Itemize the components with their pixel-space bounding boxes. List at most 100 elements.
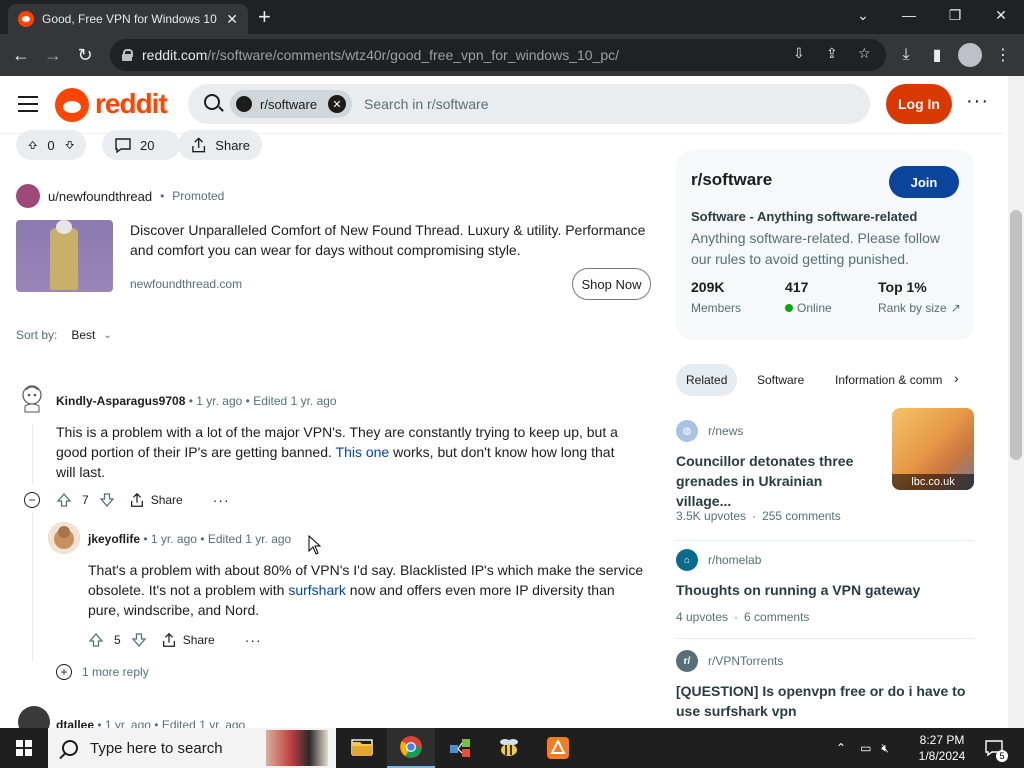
online-count: 417: [785, 279, 809, 295]
search-icon: [62, 740, 78, 756]
close-window-button[interactable]: ✕: [978, 0, 1024, 30]
reload-button[interactable]: ↻: [72, 42, 98, 68]
chevron-up-icon[interactable]: ⌃: [836, 741, 846, 755]
related-subreddit[interactable]: r/news: [708, 424, 743, 438]
start-button[interactable]: [0, 728, 48, 768]
subreddit-title[interactable]: r/software: [691, 170, 772, 190]
share-label[interactable]: Share: [183, 633, 215, 647]
bee-app-icon[interactable]: [485, 728, 533, 768]
more-replies-label[interactable]: 1 more reply: [82, 665, 149, 679]
ad-domain[interactable]: newfoundthread.com: [130, 277, 242, 291]
notification-center-icon[interactable]: 5: [982, 736, 1008, 762]
related-subreddit[interactable]: r/homelab: [708, 553, 761, 567]
file-explorer-icon[interactable]: [338, 728, 386, 768]
remove-chip-icon[interactable]: ✕: [328, 95, 346, 113]
chevron-down-icon[interactable]: ⌄: [103, 330, 111, 341]
related-post[interactable]: r/r/VPNTorrents [QUESTION] Is openvpn fr…: [676, 650, 974, 728]
related-title[interactable]: Councillor detonates three grenades in U…: [676, 451, 881, 511]
more-options-icon[interactable]: ···: [245, 632, 262, 648]
comment-username[interactable]: jkeyoflife: [88, 532, 140, 546]
taskbar-search-placeholder: Type here to search: [90, 739, 223, 757]
browser-tab[interactable]: Good, Free VPN for Windows 10 ✕: [8, 4, 248, 34]
join-button[interactable]: Join: [889, 166, 959, 198]
tab-software[interactable]: Software: [747, 364, 814, 396]
chrome-icon[interactable]: [387, 728, 435, 768]
scrollbar-thumb[interactable]: [1010, 210, 1022, 460]
tab-information[interactable]: Information & comm: [825, 364, 951, 396]
share-page-icon[interactable]: ⇪: [826, 45, 838, 62]
share-icon[interactable]: [129, 492, 145, 508]
share-label[interactable]: Share: [151, 493, 183, 507]
related-title[interactable]: Thoughts on running a VPN gateway: [676, 580, 966, 600]
downvote-icon[interactable]: [64, 137, 74, 153]
forward-button[interactable]: →: [40, 42, 66, 68]
login-button[interactable]: Log In: [886, 84, 952, 124]
subreddit-search-chip[interactable]: r/software ✕: [230, 90, 352, 118]
share-button[interactable]: Share: [178, 130, 262, 160]
hamburger-menu-icon[interactable]: [18, 96, 38, 112]
more-options-icon[interactable]: ···: [966, 90, 989, 113]
tab-related[interactable]: Related: [676, 364, 738, 396]
downvote-icon[interactable]: [99, 492, 115, 508]
back-button[interactable]: ←: [8, 42, 34, 68]
downvote-icon[interactable]: [131, 632, 147, 648]
comment-actions: 5 Share ···: [88, 632, 262, 648]
comments-button[interactable]: 20: [102, 130, 180, 160]
tab-close-icon[interactable]: ✕: [226, 11, 238, 28]
shop-now-button[interactable]: Shop Now: [572, 268, 651, 300]
downloads-icon[interactable]: ⤓: [893, 42, 919, 68]
search-bar[interactable]: r/software ✕: [188, 84, 870, 124]
collapse-icon[interactable]: −: [24, 492, 40, 508]
expand-icon[interactable]: +: [56, 664, 72, 680]
tab-search-chevron-icon[interactable]: ⌄: [840, 0, 886, 30]
side-panel-icon[interactable]: ▮: [924, 42, 950, 68]
related-thumbnail[interactable]: lbc.co.uk: [892, 408, 974, 490]
new-tab-button[interactable]: +: [258, 4, 271, 30]
thread-line[interactable]: [32, 512, 33, 662]
profile-avatar-icon[interactable]: [958, 43, 982, 67]
ad-image[interactable]: [16, 220, 113, 292]
minimize-button[interactable]: —: [886, 0, 932, 30]
more-replies-button[interactable]: + 1 more reply: [56, 664, 149, 680]
reddit-wordmark[interactable]: reddit: [95, 88, 168, 120]
search-input[interactable]: [364, 94, 844, 114]
lock-icon[interactable]: [122, 49, 133, 61]
user-avatar[interactable]: [16, 382, 48, 414]
orange-app-icon[interactable]: [534, 728, 582, 768]
chevron-right-icon[interactable]: ›: [954, 370, 959, 386]
ad-author: u/newfoundthread • Promoted: [16, 184, 224, 208]
address-bar[interactable]: reddit.com/r/software/comments/wtz40r/go…: [110, 39, 886, 71]
subreddit-info-card: r/software Join Software - Anything soft…: [676, 150, 974, 340]
taskbar-search[interactable]: Type here to search: [48, 728, 336, 768]
volume-muted-icon[interactable]: 🔇︎: [881, 741, 889, 756]
browser-menu-icon[interactable]: ⋮: [990, 42, 1016, 68]
upvote-icon[interactable]: [88, 632, 104, 648]
upvote-icon[interactable]: [56, 492, 72, 508]
rank-stat[interactable]: Top 1% Rank by size ↗: [878, 279, 961, 315]
upvote-icon[interactable]: [28, 137, 38, 153]
subreddit-description: Anything software-related. Please follow…: [691, 230, 941, 267]
comment-link[interactable]: surfshark: [288, 582, 346, 598]
share-icon[interactable]: [161, 632, 177, 648]
reddit-logo-icon[interactable]: [55, 88, 89, 122]
thread-line[interactable]: [32, 424, 33, 484]
comment-body: This is a problem with a lot of the majo…: [56, 422, 636, 482]
taskbar-clock[interactable]: 8:27 PM 1/8/2024: [912, 732, 972, 764]
network-app-icon[interactable]: [436, 728, 484, 768]
more-options-icon[interactable]: ···: [213, 492, 230, 508]
sort-dropdown[interactable]: Best: [71, 328, 95, 342]
restore-button[interactable]: ❐: [932, 0, 978, 30]
bookmark-star-icon[interactable]: ☆: [858, 45, 871, 62]
network-icon[interactable]: ▭: [860, 741, 871, 755]
ad-avatar[interactable]: [16, 184, 40, 208]
related-post[interactable]: ⌂ r/homelab Thoughts on running a VPN gat…: [676, 549, 974, 629]
install-app-icon[interactable]: ⇩: [793, 45, 805, 62]
ad-username[interactable]: u/newfoundthread: [48, 189, 152, 204]
related-title[interactable]: [QUESTION] Is openvpn free or do i have …: [676, 681, 966, 721]
user-avatar[interactable]: [48, 522, 80, 554]
related-subreddit[interactable]: r/VPNTorrents: [708, 654, 783, 668]
comment-username[interactable]: Kindly-Asparagus9708: [56, 394, 185, 408]
comment-link[interactable]: This one: [336, 444, 390, 460]
related-post[interactable]: ◍ r/news Councillor detonates three grena…: [676, 408, 974, 530]
ad-text[interactable]: Discover Unparalleled Comfort of New Fou…: [130, 220, 650, 260]
